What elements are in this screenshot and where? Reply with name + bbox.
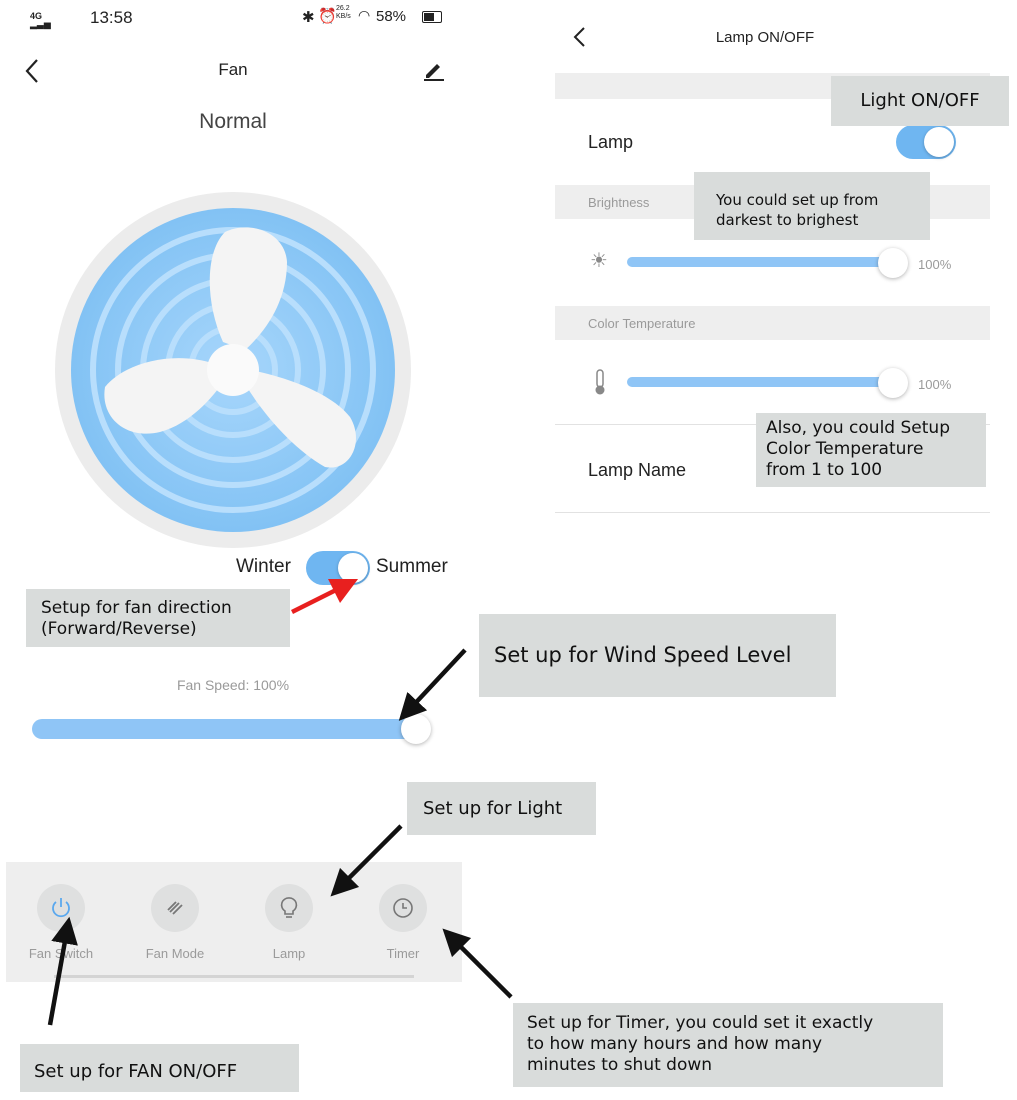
annotation-arrows <box>47 578 513 1026</box>
arrow-wind-speed <box>398 648 467 721</box>
arrow-fan-direction <box>290 578 359 615</box>
arrow-timer <box>442 928 513 999</box>
arrow-light <box>330 824 403 897</box>
arrow-fan-onoff <box>47 916 78 1026</box>
